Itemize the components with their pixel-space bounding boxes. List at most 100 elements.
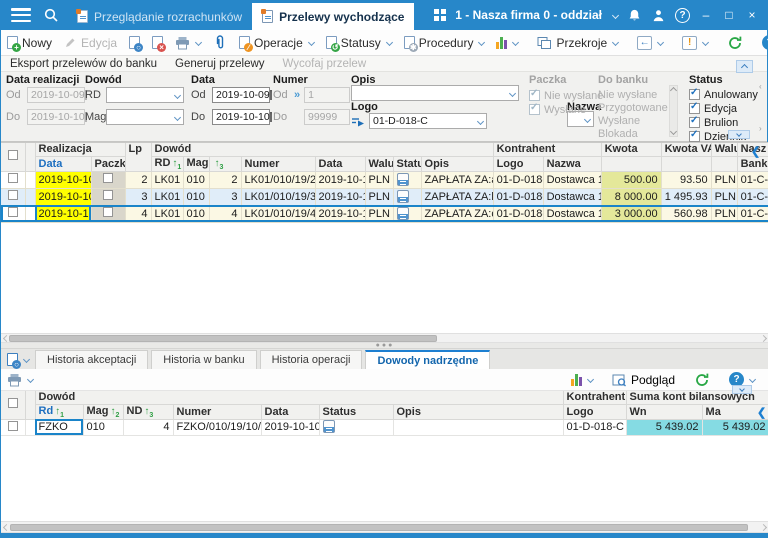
column-header-rd[interactable]: Rd↑1 xyxy=(35,404,83,419)
tab-historia-operacji[interactable]: Historia operacji xyxy=(260,350,363,369)
cell-numer[interactable]: FZKO/010/19/10/4 xyxy=(173,419,261,435)
cell-nazwa[interactable]: Dostawca 18 xyxy=(543,205,601,222)
dowod-rd-combo[interactable] xyxy=(106,87,184,103)
select-all-checkbox-cell[interactable] xyxy=(1,391,25,419)
column-header-data[interactable]: Data xyxy=(261,404,319,419)
cell-paczka[interactable] xyxy=(91,188,125,205)
column-header-status[interactable]: Status xyxy=(319,404,393,419)
column-header-nd[interactable]: ↑3 xyxy=(209,156,241,171)
chart-view-button[interactable] xyxy=(565,368,599,392)
cell-sel[interactable] xyxy=(1,171,25,188)
cell-waluta[interactable]: PLN xyxy=(365,205,393,222)
status-option[interactable]: Brulion xyxy=(689,116,758,129)
detail-view-button[interactable]: ○ xyxy=(1,349,35,369)
collapse-columns-icon[interactable]: ❮ xyxy=(757,406,766,419)
group-header-realizacja[interactable]: Realizacja xyxy=(35,143,125,156)
do-banku-option[interactable]: Wysłane xyxy=(598,115,668,128)
do-banku-option[interactable]: Nie wysłane xyxy=(598,89,668,102)
column-header-opis[interactable]: Opis xyxy=(393,404,563,419)
cell-rd[interactable]: LK01 xyxy=(151,205,183,222)
goto-icon[interactable] xyxy=(351,116,365,127)
column-header-lp[interactable]: Lp xyxy=(125,143,151,171)
cell-opis[interactable]: ZAPŁATA ZA:ccc xyxy=(421,205,493,222)
paczka-option[interactable]: Nie wysłane xyxy=(529,89,603,102)
help-icon[interactable]: ? xyxy=(675,8,690,23)
cell-mag[interactable]: 010 xyxy=(183,205,209,222)
column-header-data[interactable]: Data xyxy=(35,156,91,171)
status-option[interactable]: Anulowany xyxy=(689,88,758,101)
cell-walut[interactable]: PLN xyxy=(711,171,737,188)
table-row[interactable]: 2019-10-104LK010104LK01/010/19/42019-10-… xyxy=(1,205,768,222)
procedures-button[interactable]: ✱Procedury xyxy=(398,31,491,55)
scrollbar-thumb[interactable] xyxy=(10,524,748,531)
panel-scroll-right-icon[interactable]: › xyxy=(759,124,762,133)
company-selector[interactable]: 1 - Nasza firma 0 - oddział xyxy=(455,8,602,22)
tab-dowody-nadrzedne[interactable]: Dowody nadrzędne xyxy=(365,350,490,369)
print-button[interactable] xyxy=(1,368,39,392)
column-header-mag[interactable]: Mag↑2 xyxy=(183,156,209,171)
cell-lp[interactable]: 3 xyxy=(125,188,151,205)
column-header-waluta[interactable]: Waluta xyxy=(365,156,393,171)
cell-nd[interactable]: 4 xyxy=(123,419,173,435)
cell-paczka[interactable] xyxy=(91,171,125,188)
edit-button[interactable]: Edycja xyxy=(58,31,123,55)
menu-icon[interactable] xyxy=(11,8,31,22)
column-header-numer[interactable]: Numer xyxy=(173,404,261,419)
statuses-button[interactable]: ↺Statusy xyxy=(320,31,398,55)
new-button[interactable]: +Nowy xyxy=(1,31,58,55)
opis-combo[interactable] xyxy=(351,85,519,101)
column-header-numer[interactable]: Numer xyxy=(241,156,315,171)
calendar-icon[interactable] xyxy=(270,90,272,100)
cell-mag[interactable]: 010 xyxy=(83,419,123,435)
cell-kwota[interactable]: 3 000.00 xyxy=(601,205,661,222)
column-header-wn[interactable]: Wn xyxy=(626,404,702,419)
data-do-field[interactable]: 2019-10-10 xyxy=(212,109,270,125)
cell-kwota_vat[interactable]: 1 495.93 xyxy=(661,188,711,205)
cell-numer[interactable]: LK01/010/19/4 xyxy=(241,205,315,222)
cell-bank[interactable]: 01-C-005 xyxy=(737,205,768,222)
cell-paczka[interactable] xyxy=(91,205,125,222)
cell-walut[interactable]: PLN xyxy=(711,188,737,205)
cell-logo[interactable]: 01-D-018-C xyxy=(493,171,543,188)
minimize-button[interactable]: – xyxy=(699,8,713,22)
operations-button[interactable]: ∕Operacje xyxy=(233,31,320,55)
collapse-columns-icon[interactable]: ❮ xyxy=(751,145,760,158)
cell-opis[interactable]: ZAPŁATA ZA:aaa xyxy=(421,171,493,188)
column-header-opis[interactable]: Opis xyxy=(421,156,493,171)
column-header-walut[interactable] xyxy=(711,156,737,171)
cell-data[interactable]: 2019-10-10 xyxy=(261,419,319,435)
panel-scroll-left-icon[interactable]: ‹ xyxy=(759,82,762,91)
cell-sel[interactable] xyxy=(1,205,25,222)
cell-logo[interactable]: 01-D-018-C xyxy=(493,205,543,222)
group-header-dowod[interactable]: Dowód xyxy=(151,143,493,156)
cell-data2[interactable]: 2019-10-10 xyxy=(315,171,365,188)
attachment-button[interactable] xyxy=(207,31,233,55)
cell-kwota[interactable]: 500.00 xyxy=(601,171,661,188)
cell-sel[interactable] xyxy=(1,188,25,205)
cell-kwota_vat[interactable]: 93.50 xyxy=(661,171,711,188)
cell-bank[interactable]: 01-C-005 xyxy=(737,188,768,205)
column-header-logo[interactable]: Logo xyxy=(493,156,543,171)
select-all-checkbox-cell[interactable] xyxy=(1,143,25,171)
cell-nd[interactable]: 3 xyxy=(209,188,241,205)
close-button[interactable]: × xyxy=(745,8,759,22)
data-od-field[interactable]: 2019-10-09 xyxy=(212,87,270,103)
scroll-right-icon[interactable] xyxy=(760,335,767,342)
validation-settings-button[interactable]: ! xyxy=(676,31,714,55)
help-button[interactable]: ? xyxy=(756,31,768,55)
cell-rd[interactable]: FZKO xyxy=(35,419,83,435)
cell-waluta[interactable]: PLN xyxy=(365,188,393,205)
status-scroll-down-button[interactable] xyxy=(728,130,750,139)
cell-logo[interactable]: 01-D-018-C xyxy=(493,188,543,205)
column-header-paczka[interactable]: Paczka xyxy=(91,156,125,171)
cell-data2[interactable]: 2019-10-10 xyxy=(315,205,365,222)
cell-data2[interactable]: 2019-10-10 xyxy=(315,188,365,205)
numer-do-field[interactable]: 99999 xyxy=(304,109,350,125)
numer-od-field[interactable]: 1 xyxy=(304,87,350,103)
cell-status[interactable] xyxy=(393,188,421,205)
cell-kwota_vat[interactable]: 560.98 xyxy=(661,205,711,222)
cell-numer[interactable]: LK01/010/19/2 xyxy=(241,171,315,188)
cell-mag[interactable]: 010 xyxy=(183,188,209,205)
cell-rd[interactable]: LK01 xyxy=(151,188,183,205)
search-icon[interactable] xyxy=(43,7,59,23)
